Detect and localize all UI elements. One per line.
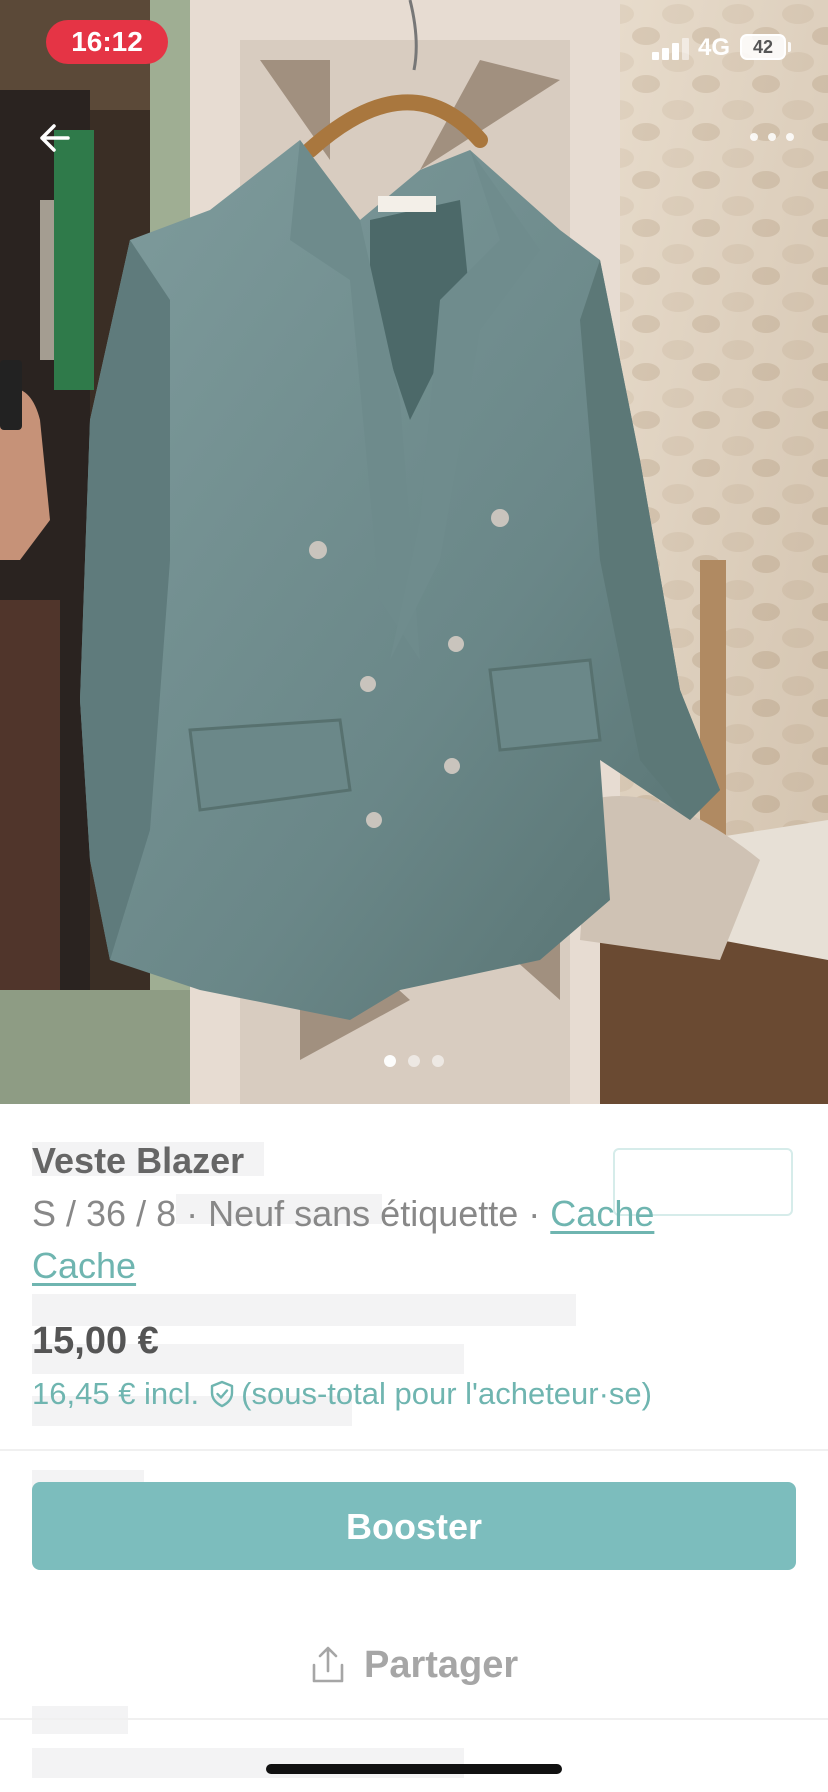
separator: ·	[518, 1193, 551, 1234]
item-price: 15,00 €	[32, 1320, 159, 1362]
item-title: Veste Blazer	[32, 1140, 245, 1181]
page-dot	[432, 1055, 444, 1067]
divider	[0, 1449, 828, 1451]
page-dot	[384, 1055, 396, 1067]
photo-page-indicator	[382, 1055, 446, 1069]
share-label: Partager	[364, 1643, 519, 1686]
page-dot	[408, 1055, 420, 1067]
status-bar: 16:12 4G 42	[0, 0, 828, 90]
share-icon	[312, 1646, 344, 1683]
divider	[0, 1718, 828, 1720]
back-arrow-icon[interactable]	[34, 116, 78, 160]
battery-icon: 42	[740, 34, 786, 60]
home-indicator[interactable]	[266, 1764, 562, 1774]
price-incl-value: 16,45 € incl.	[32, 1376, 200, 1411]
shield-check-icon	[210, 1380, 234, 1408]
status-time: 16:12	[46, 20, 168, 64]
more-options-icon[interactable]	[748, 130, 796, 144]
separator: ·	[176, 1193, 209, 1234]
signal-icon	[652, 36, 692, 60]
item-condition: Neuf sans étiquette	[208, 1193, 519, 1234]
buyer-subtotal-note: (sous-total pour l'acheteur·se)	[241, 1376, 652, 1411]
battery-tip	[788, 42, 791, 52]
loading-placeholder	[32, 1706, 128, 1734]
blazer-photo-illustration	[0, 0, 828, 1104]
price-including-fees[interactable]: 16,45 € incl. (sous-total pour l'acheteu…	[32, 1376, 652, 1412]
share-button[interactable]: Partager	[310, 1640, 518, 1690]
item-details: S / 36 / 8 · Neuf sans étiquette · Cache…	[32, 1188, 752, 1292]
product-photo[interactable]: 16:12 4G 42	[0, 0, 828, 1104]
network-type: 4G	[698, 34, 731, 61]
booster-button[interactable]: Booster	[32, 1482, 796, 1570]
item-size: S / 36 / 8	[32, 1193, 177, 1234]
